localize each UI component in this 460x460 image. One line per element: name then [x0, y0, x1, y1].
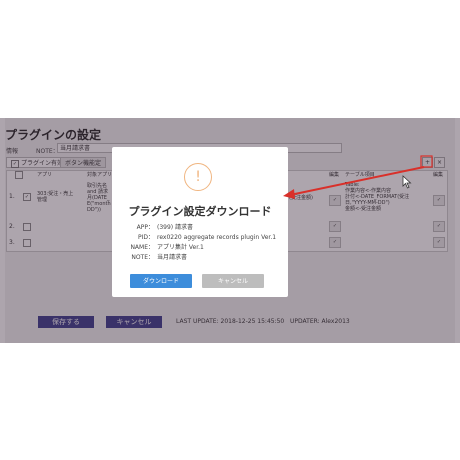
mouse-pointer-icon [402, 175, 412, 189]
page: プラグインの設定 情報 NOTE： 当月請求書 ✓ プラグイン有効 ボタン機能定 … [0, 0, 460, 460]
highlight-box [420, 155, 433, 168]
arrow-head [283, 189, 295, 199]
red-arrow-annotation [283, 155, 433, 199]
